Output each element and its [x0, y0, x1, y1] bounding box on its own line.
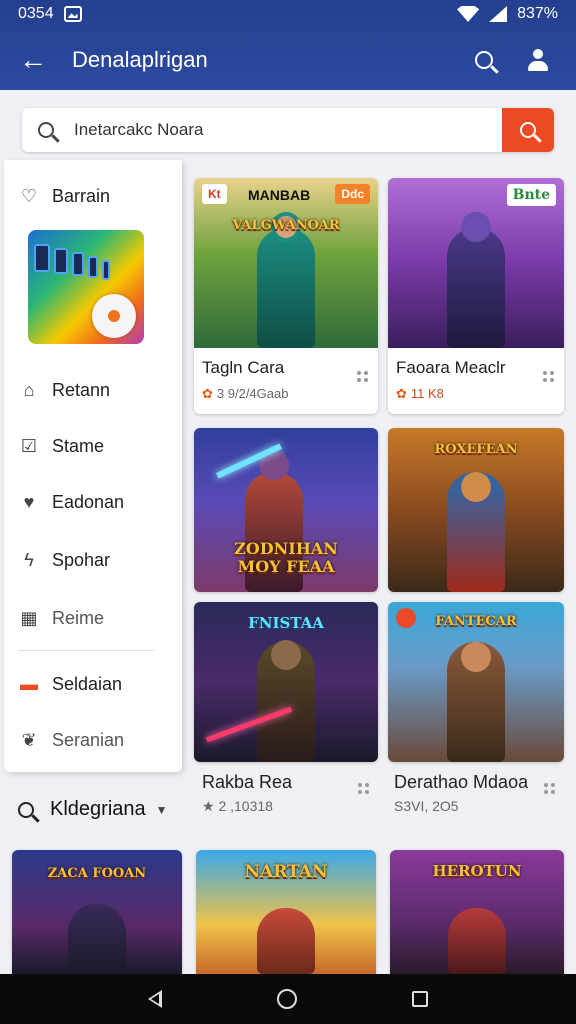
page-title: Denalaplrigan — [72, 47, 208, 72]
more-options-icon[interactable] — [357, 362, 368, 382]
game-banner-text: ZODNIHAN MOY FEAA — [234, 539, 338, 576]
search-input[interactable] — [74, 120, 502, 140]
sidebar-item-label: Stame — [52, 435, 105, 456]
game-banner-text: FANTECAR — [435, 614, 517, 629]
sidebar-divider — [18, 650, 154, 651]
flash-shield-icon: ϟ — [24, 549, 34, 570]
game-banner-text: ZACA FOOAN — [47, 866, 147, 881]
sidebar-item-label: Reime — [52, 607, 105, 628]
nav-recents-icon[interactable] — [412, 991, 429, 1007]
sidebar-item-stame[interactable]: ☑ Stame — [4, 426, 182, 466]
sidebar-item-barrain[interactable]: ♡ Barrain — [4, 176, 182, 216]
sidebar-item-seranian[interactable]: ❦ Seranian — [4, 720, 182, 760]
search-icon — [520, 122, 536, 138]
game-card[interactable]: FNISTAA — [194, 602, 378, 762]
category-dropdown[interactable]: Kldegriana ▼ — [18, 798, 168, 821]
signal-icon — [489, 6, 508, 22]
game-cover-image: FNISTAA — [194, 602, 378, 762]
game-banner-text: FNISTAA — [248, 614, 324, 632]
game-cover-image: HEROTUN — [390, 850, 564, 974]
wifi-icon — [457, 6, 480, 22]
game-card[interactable]: HEROTUN — [390, 850, 564, 974]
search-icon — [475, 51, 493, 69]
game-cover-image: ROXEFEAN — [388, 428, 564, 592]
game-title: Tagln Cara — [202, 358, 285, 377]
search-submit-button[interactable] — [502, 108, 554, 152]
featured-app-thumbnail[interactable] — [28, 230, 144, 344]
game-meta: ✿ 3 9/2/4Gaab — [202, 386, 289, 401]
search-icon — [18, 801, 34, 818]
game-cover-image: ZACA FOOAN — [12, 850, 182, 974]
chevron-down-icon: ▼ — [155, 802, 168, 817]
status-time: 0354 — [18, 5, 54, 22]
sidebar: ♡ Barrain ⌂ Retann ☑ Stame ♥ Eadonan ϟ S… — [4, 160, 182, 772]
game-banner-text: NARTAN — [244, 862, 328, 882]
game-meta: ★ 2 ,10318 — [202, 798, 273, 814]
sidebar-item-eadonan[interactable]: ♥ Eadonan — [4, 482, 182, 522]
sidebar-item-label: Eadonan — [52, 491, 125, 512]
sidebar-item-seldaian[interactable]: ▬ Seldaian — [4, 664, 182, 704]
search-icon — [38, 122, 54, 138]
gallery-icon — [63, 6, 82, 22]
grid-icon: ▦ — [20, 607, 38, 628]
game-cover-image: VALGWANOAR Kt MANBAB Ddc — [194, 178, 378, 348]
game-card[interactable]: Bnte Faoara Meaclr ✿ 11 K8 — [388, 178, 564, 414]
game-card[interactable]: FANTECAR — [388, 602, 564, 762]
game-cover-image: Bnte — [388, 178, 564, 348]
category-label: Kldegriana — [50, 798, 146, 820]
game-title: Rakba Rea — [202, 772, 293, 792]
game-banner-text: HEROTUN — [432, 862, 522, 880]
person-icon — [527, 49, 549, 71]
game-cover-image: ZODNIHAN MOY FEAA — [194, 428, 378, 592]
game-card[interactable]: ROXEFEAN — [388, 428, 564, 592]
sidebar-item-reime[interactable]: ▦ Reime — [4, 598, 182, 638]
game-meta: S3VI, 2O5 — [394, 798, 459, 814]
game-banner-text: ROXEFEAN — [434, 442, 518, 457]
sidebar-item-spohar[interactable]: ϟ Spohar — [4, 540, 182, 580]
game-card[interactable]: NARTAN — [196, 850, 376, 974]
brand-badge: Kt — [202, 184, 227, 204]
more-options-icon[interactable] — [543, 362, 554, 382]
game-meta: ✿ 11 K8 — [396, 386, 444, 401]
home-outline-icon: ⌂ — [23, 379, 35, 400]
game-title: Derathao Mdaoa — [394, 772, 529, 792]
screen: 0354 837% ← Denalaplrigan ♡ Barrain — [0, 0, 576, 1024]
checkmark-shield-icon: ☑ — [20, 435, 38, 456]
sidebar-item-label: Seranian — [52, 729, 125, 750]
sidebar-item-label: Barrain — [52, 185, 111, 206]
game-card[interactable]: ZODNIHAN MOY FEAA — [194, 428, 378, 592]
game-cover-image: FANTECAR — [388, 602, 564, 762]
sidebar-item-label: Seldaian — [52, 673, 123, 694]
more-options-icon[interactable] — [544, 774, 566, 794]
tag-badge: Bnte — [506, 184, 556, 206]
play-disc-icon — [92, 294, 136, 338]
heart-shield-icon: ♥ — [23, 491, 35, 512]
tag-badge: Ddc — [335, 184, 370, 204]
leaf-icon: ❦ — [21, 729, 37, 750]
system-navigation-bar — [0, 974, 576, 1024]
game-cover-image: NARTAN — [196, 850, 376, 974]
back-arrow-icon[interactable]: ← — [18, 44, 48, 75]
game-card[interactable]: ZACA FOOAN — [12, 850, 182, 974]
game-card[interactable]: VALGWANOAR Kt MANBAB Ddc Tagln Cara ✿ 3 9… — [194, 178, 378, 414]
search-bar — [22, 108, 554, 152]
game-title: Faoara Meaclr — [396, 358, 506, 377]
sidebar-item-label: Retann — [52, 379, 111, 400]
sidebar-item-retann[interactable]: ⌂ Retann — [4, 370, 182, 410]
nav-home-icon[interactable] — [276, 989, 297, 1009]
nav-back-icon[interactable] — [147, 990, 162, 1008]
search-button[interactable] — [464, 40, 504, 80]
status-bar: 0354 837% — [0, 0, 576, 28]
profile-button[interactable] — [518, 40, 558, 80]
gamepad-icon: ▬ — [20, 673, 38, 694]
shield-outline-icon: ♡ — [20, 185, 38, 206]
top-app-bar: 0354 837% ← Denalaplrigan — [0, 0, 576, 90]
sidebar-item-label: Spohar — [52, 549, 111, 570]
game-badge-title: MANBAB — [248, 187, 311, 203]
battery-level: 837% — [517, 5, 558, 22]
